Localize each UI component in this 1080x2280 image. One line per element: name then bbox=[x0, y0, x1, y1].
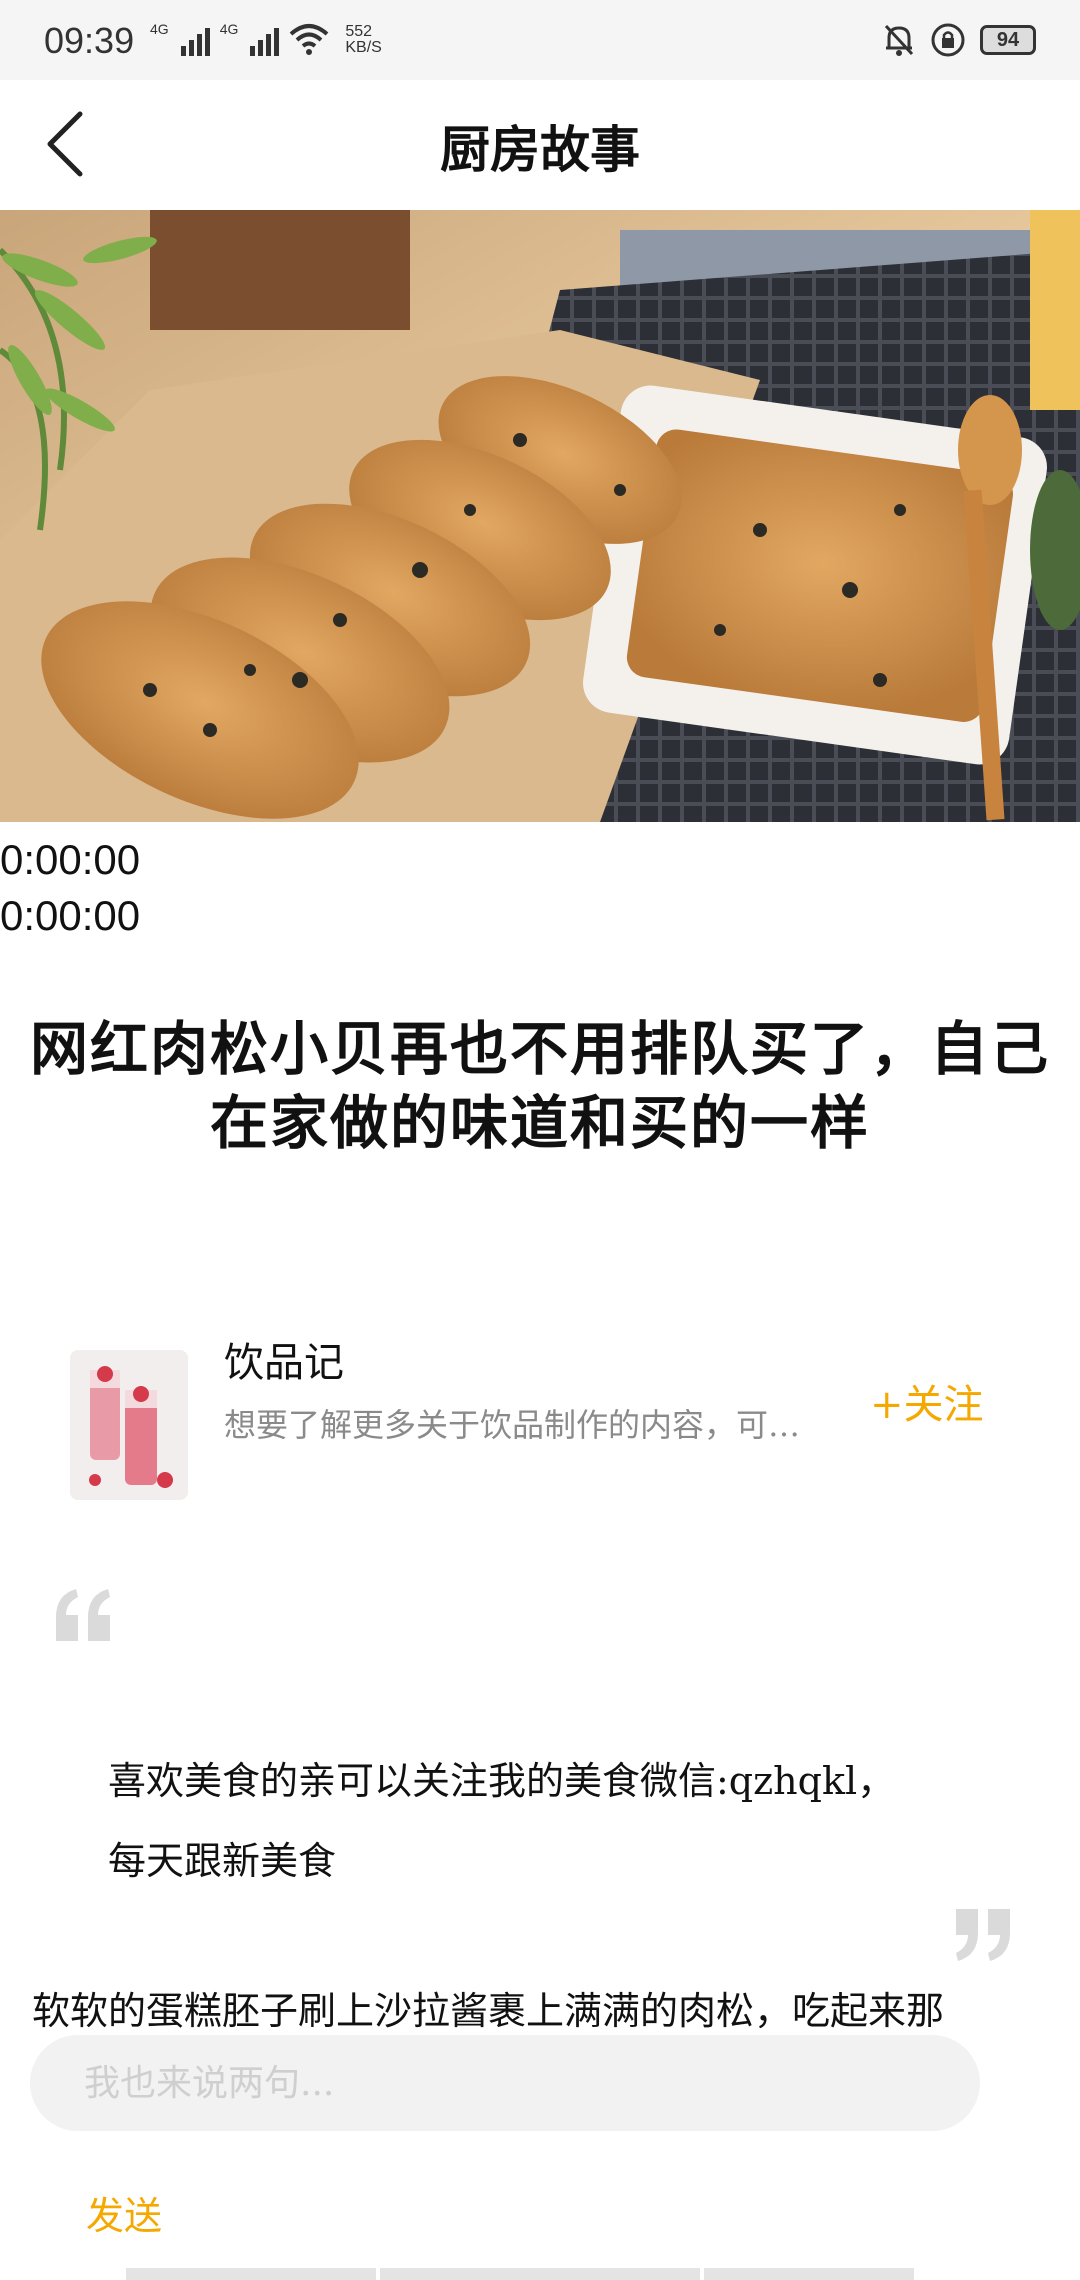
top-navigation-bar: 厨房故事 bbox=[0, 80, 1080, 210]
bottom-toolbar-partial bbox=[126, 2268, 914, 2280]
network-type-label: 4G bbox=[150, 21, 169, 37]
quote-text-line1: 喜欢美食的亲可以关注我的美食微信:qzhqkl， bbox=[108, 1759, 896, 1803]
page-title: 厨房故事 bbox=[440, 120, 640, 179]
network-speed-value: 552 bbox=[345, 23, 373, 40]
lock-rotation-icon bbox=[931, 23, 965, 57]
mute-bell-icon bbox=[884, 24, 914, 56]
network-type-label: 4G bbox=[219, 21, 239, 37]
open-quote-icon bbox=[56, 1589, 110, 1641]
status-right-icons: 94 bbox=[882, 22, 1036, 58]
signal-icon bbox=[180, 22, 210, 56]
battery-icon: 94 bbox=[980, 25, 1036, 55]
status-indicators: 4G 4G 552 KB/S bbox=[150, 22, 382, 56]
follow-button[interactable]: +关注 bbox=[870, 1372, 984, 1430]
author-avatar[interactable] bbox=[70, 1350, 188, 1500]
article-title: 网红肉松小贝再也不用排队买了，自己 在家做的味道和买的一样 bbox=[0, 1012, 1080, 1160]
player-current-time: 0:00:00 bbox=[0, 836, 141, 883]
video-cover-image[interactable] bbox=[0, 210, 1080, 822]
send-button[interactable]: 发送 bbox=[86, 2185, 162, 2240]
comment-input[interactable] bbox=[30, 2035, 980, 2131]
status-bar: 09:39 4G 4G 552 KB/S 94 bbox=[0, 0, 1080, 80]
signal-icon bbox=[250, 22, 280, 56]
quote-text-line2: 每天跟新美食 bbox=[108, 1839, 337, 1883]
author-name[interactable]: 饮品记 bbox=[224, 1330, 344, 1388]
status-time: 09:39 bbox=[44, 20, 135, 61]
author-description: 想要了解更多关于饮品制作的内容，可… bbox=[224, 1406, 801, 1444]
wifi-icon bbox=[290, 24, 329, 55]
article-title-line1: 网红肉松小贝再也不用排队买了，自己 bbox=[29, 1015, 1050, 1083]
network-speed-unit: KB/S bbox=[345, 39, 382, 56]
article-title-line2: 在家做的味道和买的一样 bbox=[209, 1089, 870, 1157]
article-body-text: 软软的蛋糕胚子刷上沙拉酱裹上满满的肉松，吃起来那 bbox=[32, 1989, 945, 2033]
network-speed: 552 KB/S bbox=[345, 24, 381, 56]
close-quote-icon bbox=[956, 1909, 1010, 1961]
player-duration: 0:00:00 bbox=[0, 892, 141, 939]
